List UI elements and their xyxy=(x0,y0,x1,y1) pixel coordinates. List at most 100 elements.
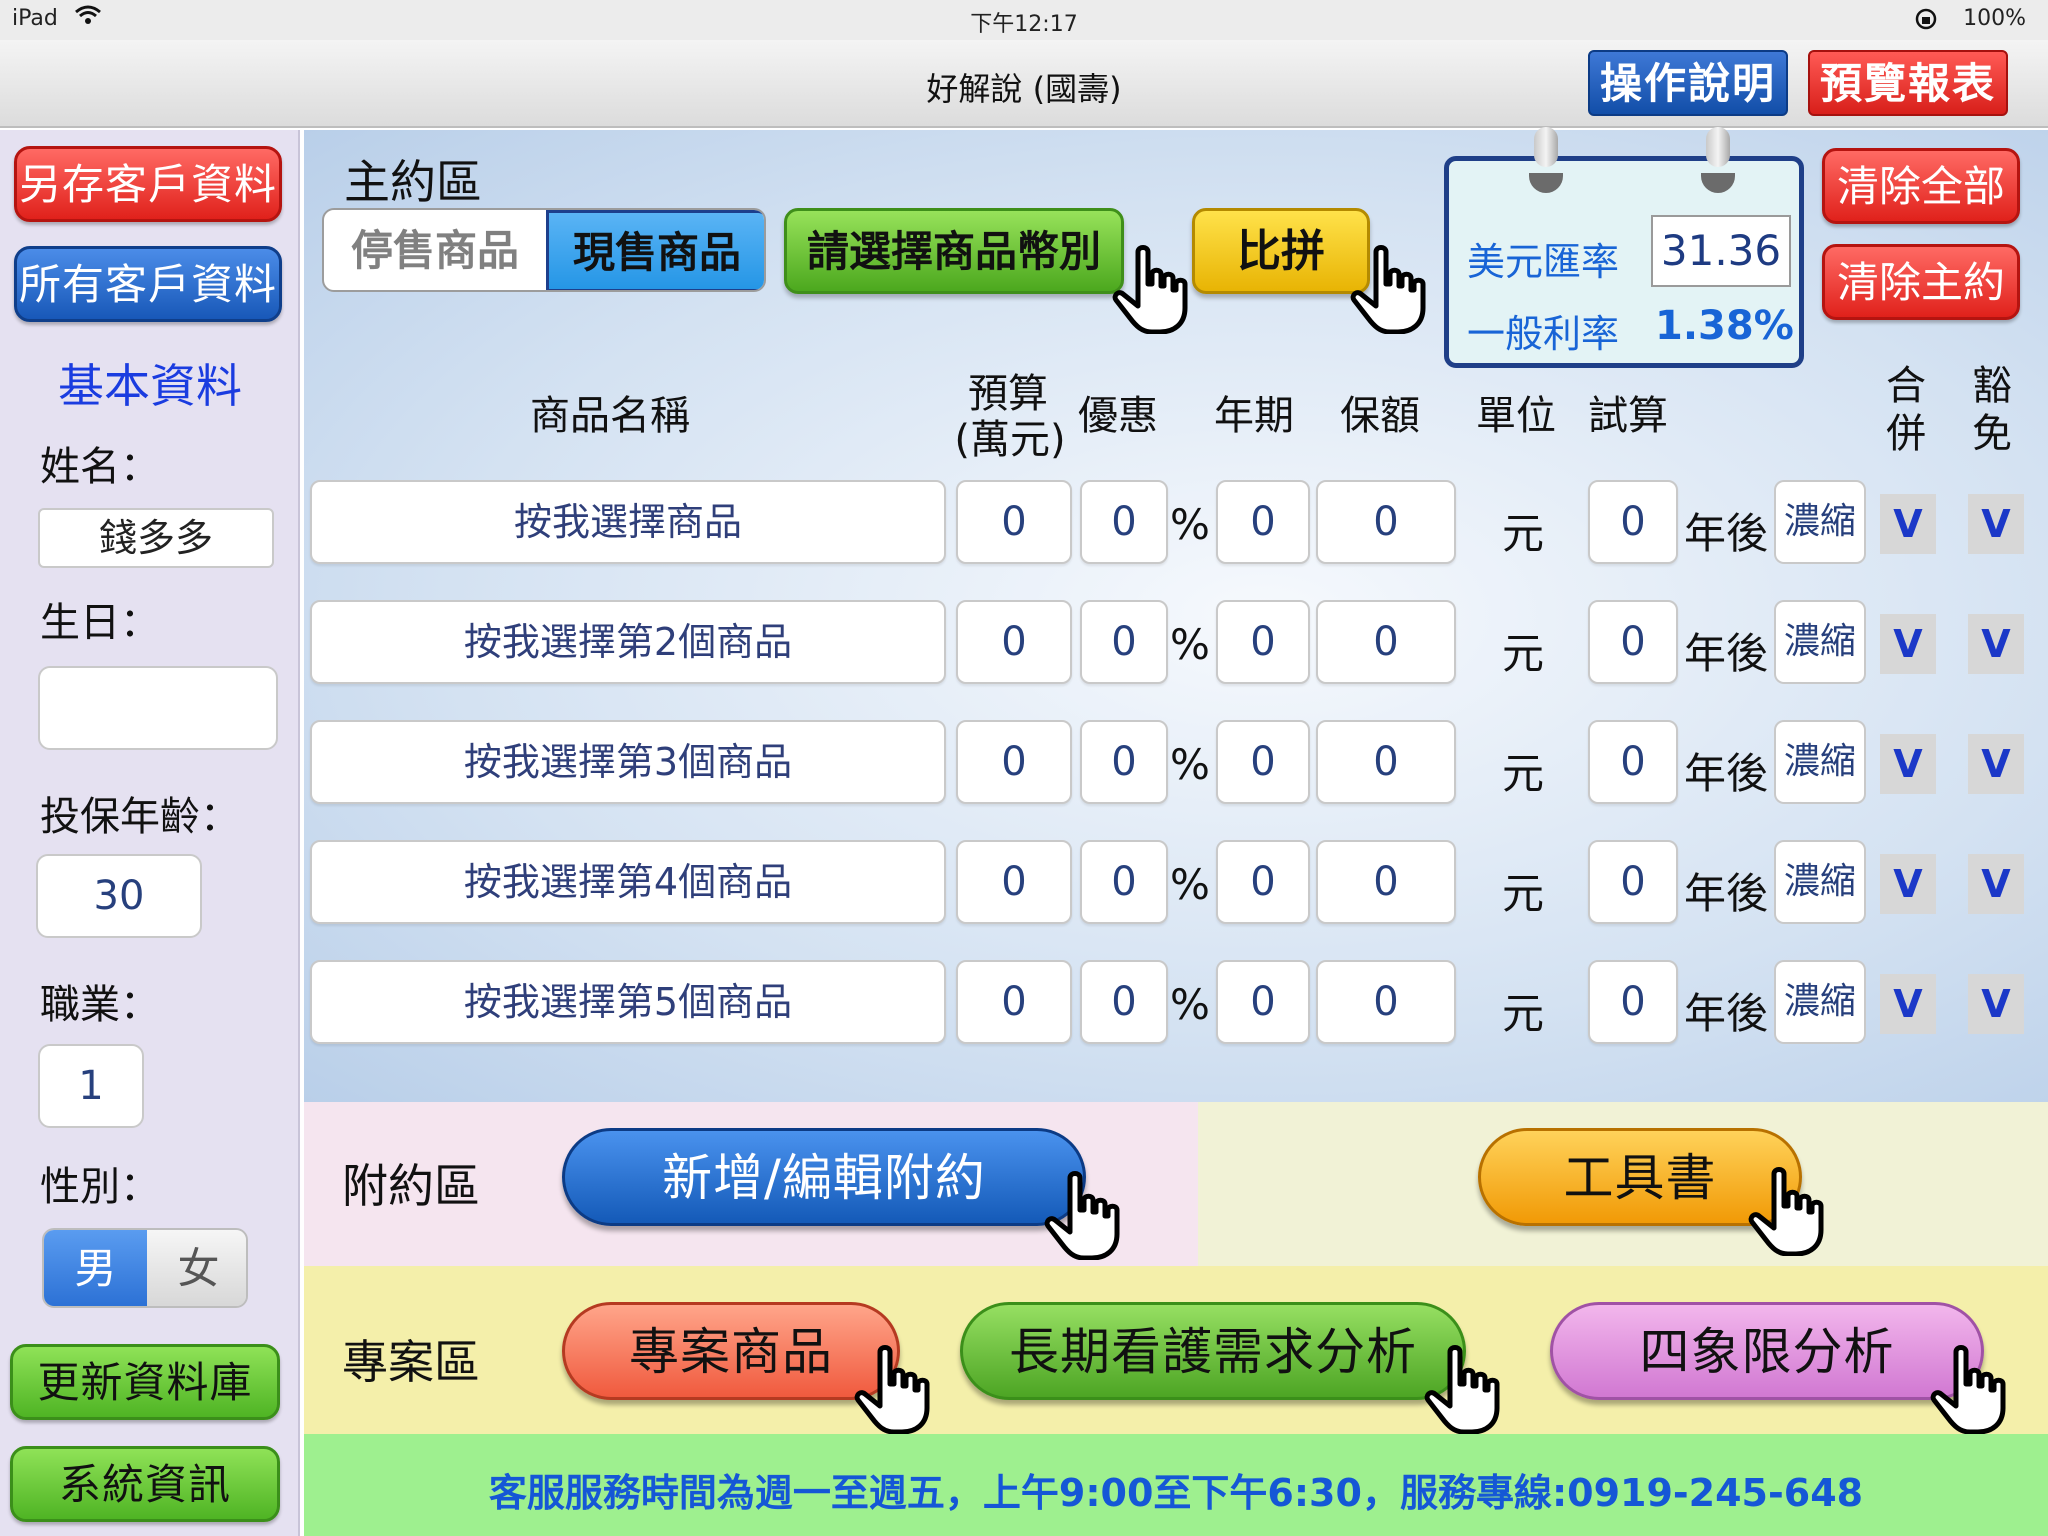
percent-label: % xyxy=(1170,860,1210,909)
board-hook-icon xyxy=(1529,173,1563,193)
unit-label: 元 xyxy=(1502,749,1545,798)
years-after-label: 年後 xyxy=(1684,509,1769,558)
merge-checkbox[interactable]: V xyxy=(1880,854,1936,914)
save-client-button[interactable]: 另存客戶資料 xyxy=(14,146,282,222)
term-field[interactable]: 0 xyxy=(1216,840,1310,924)
edit-rider-button[interactable]: 新增/編輯附約 xyxy=(562,1128,1086,1226)
discount-field[interactable]: 0 xyxy=(1080,840,1168,924)
update-database-button[interactable]: 更新資料庫 xyxy=(10,1344,280,1420)
condense-button[interactable]: 濃縮 xyxy=(1774,480,1866,564)
trial-field[interactable]: 0 xyxy=(1588,840,1678,924)
help-button[interactable]: 操作說明 xyxy=(1588,50,1788,116)
header-waive-2: 免 xyxy=(1972,411,2012,457)
coverage-field[interactable]: 0 xyxy=(1316,720,1456,804)
discount-field[interactable]: 0 xyxy=(1080,480,1168,564)
header-waive: 豁 xyxy=(1972,363,2012,409)
system-info-button[interactable]: 系統資訊 xyxy=(10,1446,280,1522)
unit-label: 元 xyxy=(1502,629,1545,678)
hand-pointer-icon xyxy=(1420,1344,1510,1434)
coverage-field[interactable]: 0 xyxy=(1316,960,1456,1044)
header-term: 年期 xyxy=(1214,393,1294,439)
clear-main-button[interactable]: 清除主約 xyxy=(1822,244,2020,320)
product-select-field[interactable]: 按我選擇第4個商品 xyxy=(310,840,946,924)
percent-label: % xyxy=(1170,740,1210,789)
coverage-field[interactable]: 0 xyxy=(1316,600,1456,684)
trial-field[interactable]: 0 xyxy=(1588,960,1678,1044)
header-unit: 單位 xyxy=(1476,393,1556,439)
product-status-tabs: 停售商品 現售商品 xyxy=(322,208,766,292)
merge-checkbox[interactable]: V xyxy=(1880,734,1936,794)
years-after-label: 年後 xyxy=(1684,749,1769,798)
condense-button[interactable]: 濃縮 xyxy=(1774,840,1866,924)
unit-label: 元 xyxy=(1502,869,1545,918)
nav-bar: 好解說 (國壽) 操作說明 預覽報表 xyxy=(0,40,2048,128)
job-field[interactable]: 1 xyxy=(38,1044,144,1128)
waive-checkbox[interactable]: V xyxy=(1968,494,2024,554)
gender-female-option[interactable]: 女 xyxy=(147,1230,246,1306)
trial-field[interactable]: 0 xyxy=(1588,480,1678,564)
product-select-field[interactable]: 按我選擇第2個商品 xyxy=(310,600,946,684)
percent-label: % xyxy=(1170,500,1210,549)
waive-checkbox[interactable]: V xyxy=(1968,734,2024,794)
product-select-field[interactable]: 按我選擇第3個商品 xyxy=(310,720,946,804)
hand-pointer-icon xyxy=(1744,1166,1834,1256)
age-field[interactable]: 30 xyxy=(36,854,202,938)
select-currency-button[interactable]: 請選擇商品幣別 xyxy=(784,208,1124,294)
hand-pointer-icon xyxy=(1040,1170,1130,1260)
long-term-care-analysis-button[interactable]: 長期看護需求分析 xyxy=(960,1302,1466,1400)
quadrant-analysis-button[interactable]: 四象限分析 xyxy=(1550,1302,1984,1400)
service-hours-text: 客服服務時間為週一至週五，上午9:00至下午6:30，服務專線:0919-245… xyxy=(488,1471,1864,1515)
footer-bar: 客服服務時間為週一至週五，上午9:00至下午6:30，服務專線:0919-245… xyxy=(304,1434,2048,1536)
term-field[interactable]: 0 xyxy=(1216,480,1310,564)
header-coverage: 保額 xyxy=(1340,393,1420,439)
tab-current[interactable]: 現售商品 xyxy=(546,210,764,290)
usd-rate-field[interactable]: 31.36 xyxy=(1651,215,1791,287)
budget-field[interactable]: 0 xyxy=(956,840,1072,924)
battery-level: 100% xyxy=(1963,6,2026,31)
hand-pointer-icon xyxy=(1108,244,1198,334)
budget-field[interactable]: 0 xyxy=(956,600,1072,684)
preview-report-button[interactable]: 預覽報表 xyxy=(1808,50,2008,116)
name-field[interactable]: 錢多多 xyxy=(38,508,274,568)
product-select-field[interactable]: 按我選擇第5個商品 xyxy=(310,960,946,1044)
coverage-field[interactable]: 0 xyxy=(1316,840,1456,924)
product-select-field[interactable]: 按我選擇商品 xyxy=(310,480,946,564)
clock: 下午12:17 xyxy=(970,12,1078,37)
term-field[interactable]: 0 xyxy=(1216,720,1310,804)
discount-field[interactable]: 0 xyxy=(1080,600,1168,684)
hand-pointer-icon xyxy=(1926,1344,2016,1434)
header-budget-unit: (萬元) xyxy=(954,417,1066,463)
percent-label: % xyxy=(1170,620,1210,669)
merge-checkbox[interactable]: V xyxy=(1880,494,1936,554)
header-merge-2: 併 xyxy=(1886,411,1926,457)
term-field[interactable]: 0 xyxy=(1216,960,1310,1044)
trial-field[interactable]: 0 xyxy=(1588,600,1678,684)
budget-field[interactable]: 0 xyxy=(956,480,1072,564)
merge-checkbox[interactable]: V xyxy=(1880,974,1936,1034)
name-label: 姓名： xyxy=(40,444,160,490)
term-field[interactable]: 0 xyxy=(1216,600,1310,684)
all-clients-button[interactable]: 所有客戶資料 xyxy=(14,246,282,322)
budget-field[interactable]: 0 xyxy=(956,720,1072,804)
status-bar: iPad 下午12:17 100% xyxy=(0,0,2048,40)
condense-button[interactable]: 濃縮 xyxy=(1774,960,1866,1044)
waive-checkbox[interactable]: V xyxy=(1968,854,2024,914)
discount-field[interactable]: 0 xyxy=(1080,720,1168,804)
hand-pointer-icon xyxy=(1346,244,1436,334)
condense-button[interactable]: 濃縮 xyxy=(1774,600,1866,684)
trial-field[interactable]: 0 xyxy=(1588,720,1678,804)
job-label: 職業： xyxy=(40,982,160,1028)
clear-all-button[interactable]: 清除全部 xyxy=(1822,148,2020,224)
budget-field[interactable]: 0 xyxy=(956,960,1072,1044)
gender-male-option[interactable]: 男 xyxy=(44,1230,147,1306)
merge-checkbox[interactable]: V xyxy=(1880,614,1936,674)
birthday-field[interactable] xyxy=(38,666,278,750)
tab-discontinued[interactable]: 停售商品 xyxy=(324,210,546,290)
waive-checkbox[interactable]: V xyxy=(1968,974,2024,1034)
discount-field[interactable]: 0 xyxy=(1080,960,1168,1044)
condense-button[interactable]: 濃縮 xyxy=(1774,720,1866,804)
waive-checkbox[interactable]: V xyxy=(1968,614,2024,674)
coverage-field[interactable]: 0 xyxy=(1316,480,1456,564)
project-zone-label: 專案區 xyxy=(342,1335,480,1389)
compare-button[interactable]: 比拼 xyxy=(1192,208,1370,294)
